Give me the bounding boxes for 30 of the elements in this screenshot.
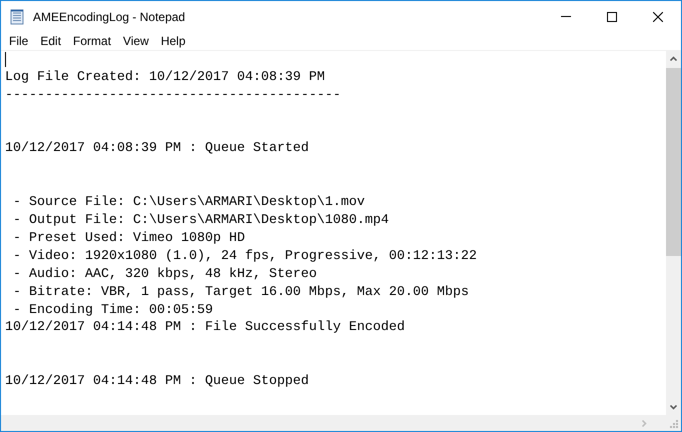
scrollbar-thumb[interactable]: [666, 68, 681, 256]
text-line: 10/12/2017 04:14:48 PM : File Successfully Encoded: [5, 319, 405, 338]
minimize-icon: [561, 16, 571, 17]
vertical-scrollbar[interactable]: [666, 51, 681, 415]
text-line: - Audio: AAC, 320 kbps, 48 kHz, Stereo: [12, 266, 317, 284]
text-line: - Bitrate: VBR, 1 pass, Target 16.00 Mbps, Max 20.00 Mbps: [12, 284, 469, 302]
maximize-icon: [607, 12, 617, 22]
scroll-right-icon[interactable]: [642, 420, 647, 426]
text-line: ------------------------------------------: [5, 86, 341, 105]
notepad-icon: [9, 8, 25, 24]
text-caret: [5, 52, 6, 68]
window-title: AMEEncodingLog - Notepad: [33, 8, 186, 26]
text-line: 10/12/2017 04:14:48 PM : Queue Stopped: [5, 373, 309, 391]
horizontal-scrollbar[interactable]: [1, 415, 681, 431]
text-line: Log File Created: 10/12/2017 04:08:39 PM: [5, 68, 325, 87]
text-line: 10/12/2017 04:08:39 PM : Queue Started: [5, 140, 309, 158]
menu-item[interactable]: Help: [154, 32, 192, 50]
menu-item[interactable]: View: [117, 32, 155, 50]
scroll-up-icon[interactable]: [670, 56, 677, 61]
text-line: - Encoding Time: 00:05:59: [12, 302, 213, 320]
text-line: - Output File: C:\Users\ARMARI\Desktop\1080.mp4: [12, 212, 389, 230]
resize-grip-icon[interactable]: [669, 418, 678, 428]
text-line: - Source File: C:\Users\ARMARI\Desktop\1.mov: [12, 194, 365, 212]
text-line: - Preset Used: Vimeo 1080p HD: [12, 230, 245, 248]
scroll-down-icon[interactable]: [670, 405, 677, 410]
menu-item[interactable]: Edit: [34, 32, 68, 50]
menu-item[interactable]: File: [3, 32, 34, 50]
menu-item[interactable]: Format: [67, 32, 118, 50]
close-icon: [653, 12, 663, 22]
text-line: - Video: 1920x1080 (1.0), 24 fps, Progressive, 00:12:13:22: [12, 248, 477, 266]
